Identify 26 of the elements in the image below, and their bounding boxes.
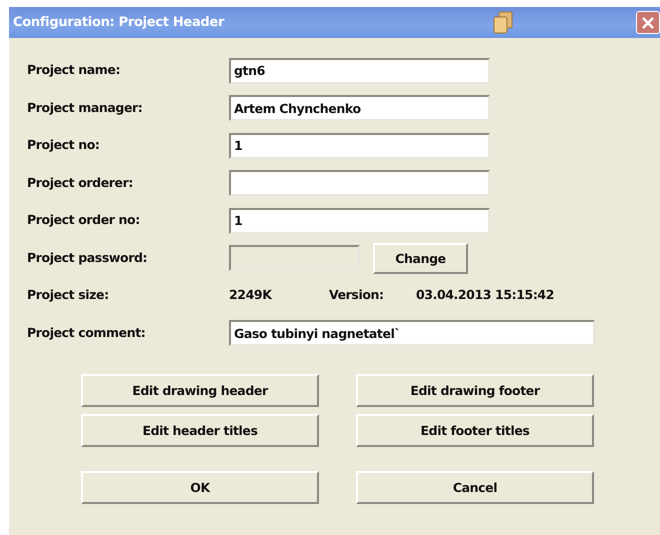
close-button[interactable]: [636, 11, 660, 34]
version-value: 03.04.2013 15:15:42: [416, 286, 554, 304]
input-field[interactable]: [229, 170, 490, 196]
field-label: Project comment:: [27, 324, 146, 342]
version-label: Version:: [329, 286, 385, 304]
field-label: Project no:: [27, 136, 100, 154]
input-field[interactable]: 1: [229, 132, 490, 159]
window-title: Configuration: Project Header: [13, 14, 224, 32]
action-button[interactable]: Edit footer titles: [356, 414, 594, 447]
input-field[interactable]: gtn6: [229, 58, 490, 84]
action-button[interactable]: Edit header titles: [81, 414, 319, 447]
field-label: Project manager:: [27, 98, 144, 117]
action-button[interactable]: Edit drawing footer: [356, 374, 594, 407]
field-label: Project orderer:: [27, 174, 134, 192]
dialog-button[interactable]: Cancel: [356, 471, 594, 504]
size-value: 2249K: [229, 286, 274, 304]
field-label: Project order no:: [27, 211, 141, 230]
field-label: Project password:: [27, 248, 148, 267]
input-field[interactable]: Artem Chynchenko: [229, 95, 490, 122]
input-field[interactable]: Gaso tubinyi nagnetatel`: [229, 320, 595, 346]
input-field[interactable]: 1: [229, 208, 490, 234]
dialog-button[interactable]: OK: [81, 471, 319, 504]
field-label: Project size:: [27, 286, 110, 304]
close-icon: [641, 16, 655, 30]
action-button[interactable]: Edit drawing header: [81, 374, 319, 407]
field-label: Project name:: [27, 61, 122, 80]
